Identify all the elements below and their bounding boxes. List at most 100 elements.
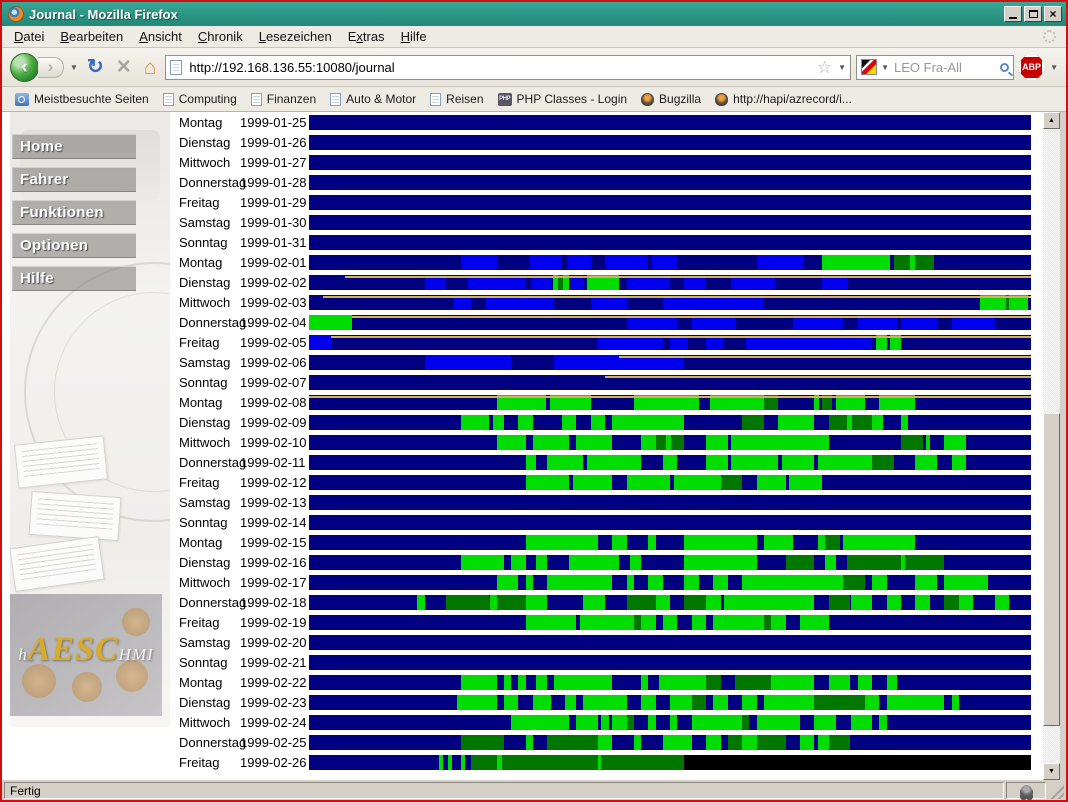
bookmark-star-icon[interactable]: ☆ <box>817 59 832 76</box>
sidebar-item-fahrer[interactable]: Fahrer <box>12 167 136 192</box>
search-bar[interactable]: ▼ <box>856 55 1014 80</box>
url-input[interactable] <box>187 59 812 76</box>
weekday-label: Mittwoch <box>170 295 240 310</box>
activity-segment <box>872 415 883 430</box>
scrollbar-thumb[interactable] <box>1043 413 1060 726</box>
activity-bar[interactable] <box>309 715 1031 730</box>
activity-bar[interactable] <box>309 455 1031 470</box>
activity-bar[interactable] <box>309 495 1031 510</box>
activity-bar[interactable] <box>309 755 1031 770</box>
activity-segment <box>706 735 720 750</box>
activity-bar[interactable] <box>309 675 1031 690</box>
activity-segment <box>526 595 548 610</box>
firebug-panel[interactable] <box>1006 782 1046 799</box>
menu-extras[interactable]: Extras <box>340 27 393 46</box>
activity-bar[interactable] <box>309 315 1031 330</box>
activity-bar[interactable] <box>309 295 1031 310</box>
close-button[interactable]: × <box>1044 6 1062 22</box>
adblock-plus-icon[interactable]: ABP <box>1019 55 1044 80</box>
sidebar-item-hilfe[interactable]: Hilfe <box>12 266 136 291</box>
menu-datei[interactable]: Datei <box>6 27 52 46</box>
menu-bearbeiten[interactable]: Bearbeiten <box>52 27 131 46</box>
activity-bar[interactable] <box>309 255 1031 270</box>
activity-bar[interactable] <box>309 395 1031 410</box>
activity-bar[interactable] <box>309 415 1031 430</box>
activity-segment <box>576 715 598 730</box>
home-button[interactable]: ⌂ <box>140 57 161 78</box>
bookmark-item[interactable]: Bugzilla <box>634 90 708 108</box>
activity-bar[interactable] <box>309 735 1031 750</box>
search-engine-dropdown-icon[interactable]: ▼ <box>881 63 889 72</box>
bookmark-item[interactable]: Meistbesuchte Seiten <box>8 90 156 108</box>
activity-bar[interactable] <box>309 475 1031 490</box>
activity-segment <box>417 595 424 610</box>
activity-bar[interactable] <box>309 275 1031 290</box>
stop-button[interactable]: × <box>113 55 135 79</box>
scroll-down-button[interactable]: ▼ <box>1043 763 1060 780</box>
activity-bar[interactable] <box>309 595 1031 610</box>
reload-button[interactable]: ↻ <box>83 57 108 77</box>
date-label: 1999-01-30 <box>240 215 309 230</box>
activity-bar[interactable] <box>309 355 1031 370</box>
activity-bar[interactable] <box>309 535 1031 550</box>
back-button[interactable]: ‹ <box>10 53 39 82</box>
activity-bar[interactable] <box>309 195 1031 210</box>
sidebar-item-optionen[interactable]: Optionen <box>12 233 136 258</box>
sidebar-item-funktionen[interactable]: Funktionen <box>12 200 136 225</box>
resize-grip[interactable] <box>1048 783 1064 799</box>
menu-ansicht[interactable]: Ansicht <box>131 27 190 46</box>
activity-segment <box>786 555 815 570</box>
bookmark-item[interactable]: PHPPHP Classes - Login <box>491 90 635 108</box>
urlbar-dropdown-icon[interactable]: ▼ <box>838 63 846 72</box>
maximize-button[interactable] <box>1024 6 1042 22</box>
activity-bar[interactable] <box>309 115 1031 130</box>
activity-bar[interactable] <box>309 655 1031 670</box>
search-magnifier-icon[interactable] <box>1000 63 1009 72</box>
vertical-scrollbar[interactable]: ▲ ▼ <box>1043 112 1060 780</box>
adblock-dropdown-icon[interactable]: ▼ <box>1050 63 1058 72</box>
bookmark-item[interactable]: Finanzen <box>244 90 323 108</box>
activity-bar[interactable] <box>309 695 1031 710</box>
activity-bar[interactable] <box>309 435 1031 450</box>
activity-bar[interactable] <box>309 555 1031 570</box>
menu-hilfe[interactable]: Hilfe <box>393 27 435 46</box>
activity-bar[interactable] <box>309 635 1031 650</box>
sidebar-item-home[interactable]: Home <box>12 134 136 159</box>
scroll-up-button[interactable]: ▲ <box>1043 112 1060 129</box>
leo-search-engine-icon[interactable] <box>861 59 877 75</box>
activity-bar[interactable] <box>309 215 1031 230</box>
activity-segment <box>533 435 569 450</box>
forward-button[interactable]: › <box>38 57 64 78</box>
activity-bar[interactable] <box>309 615 1031 630</box>
activity-bar[interactable] <box>309 135 1031 150</box>
weekday-label: Montag <box>170 255 240 270</box>
activity-bar[interactable] <box>309 515 1031 530</box>
activity-segment <box>671 435 684 450</box>
activity-segment <box>858 675 872 690</box>
activity-bar[interactable] <box>309 155 1031 170</box>
activity-bar[interactable] <box>309 335 1031 350</box>
status-text: Fertig <box>4 782 1004 799</box>
bookmark-item[interactable]: Auto & Motor <box>323 90 423 108</box>
activity-segment <box>674 475 721 490</box>
activity-bar[interactable] <box>309 175 1031 190</box>
location-bar[interactable]: ☆ ▼ <box>165 55 851 80</box>
history-dropdown-icon[interactable]: ▼ <box>70 63 78 72</box>
activity-bar[interactable] <box>309 375 1031 390</box>
activity-segment <box>843 575 865 590</box>
menu-items: DateiBearbeitenAnsichtChronikLesezeichen… <box>6 27 435 46</box>
bookmark-item[interactable]: http://hapi/azrecord/i... <box>708 90 859 108</box>
activity-segment <box>706 675 720 690</box>
bookmark-item[interactable]: Computing <box>156 90 244 108</box>
search-input[interactable] <box>892 59 997 76</box>
menu-lesezeichen[interactable]: Lesezeichen <box>251 27 340 46</box>
activity-segment <box>915 595 929 610</box>
bookmark-item[interactable]: Reisen <box>423 90 490 108</box>
activity-segment <box>721 475 743 490</box>
minimize-button[interactable] <box>1004 6 1022 22</box>
menu-chronik[interactable]: Chronik <box>190 27 251 46</box>
browser-window: Journal - Mozilla Firefox × DateiBearbei… <box>0 0 1068 802</box>
activity-bar[interactable] <box>309 235 1031 250</box>
weekday-label: Sonntag <box>170 235 240 250</box>
activity-bar[interactable] <box>309 575 1031 590</box>
